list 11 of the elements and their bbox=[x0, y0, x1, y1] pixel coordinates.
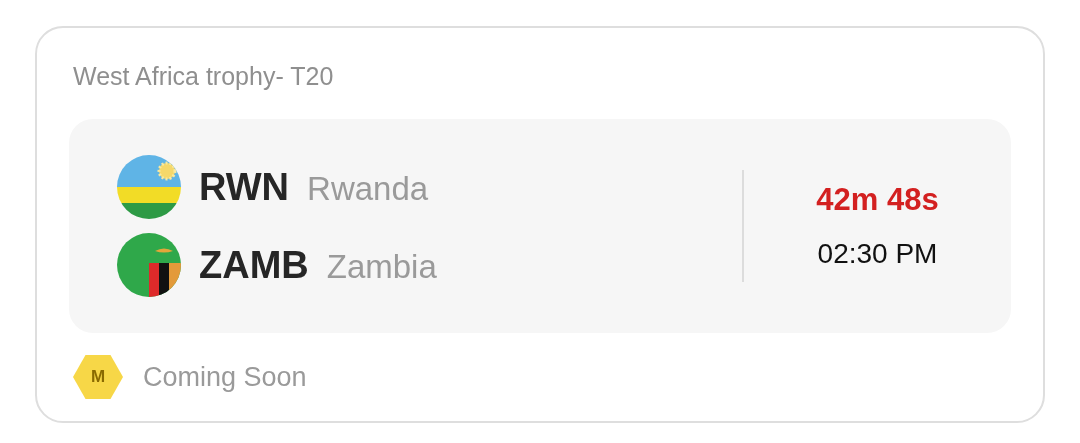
team-code: RWN bbox=[199, 165, 290, 209]
team-code: ZAMB bbox=[199, 243, 309, 287]
team-name: Zambia bbox=[326, 247, 437, 286]
flag-icon bbox=[117, 155, 181, 219]
hexagon-badge: M bbox=[73, 355, 123, 399]
status-text: Coming Soon bbox=[143, 361, 307, 393]
start-time: 02:30 PM bbox=[817, 238, 938, 270]
team-name: Rwanda bbox=[307, 169, 429, 208]
tournament-title: West Africa trophy- T20 bbox=[73, 62, 334, 91]
match-panel[interactable]: RWN Rwanda ZAMB Zambia 42m 48s 02:30 PM bbox=[69, 119, 1011, 333]
countdown-timer: 42m 48s bbox=[816, 182, 939, 218]
